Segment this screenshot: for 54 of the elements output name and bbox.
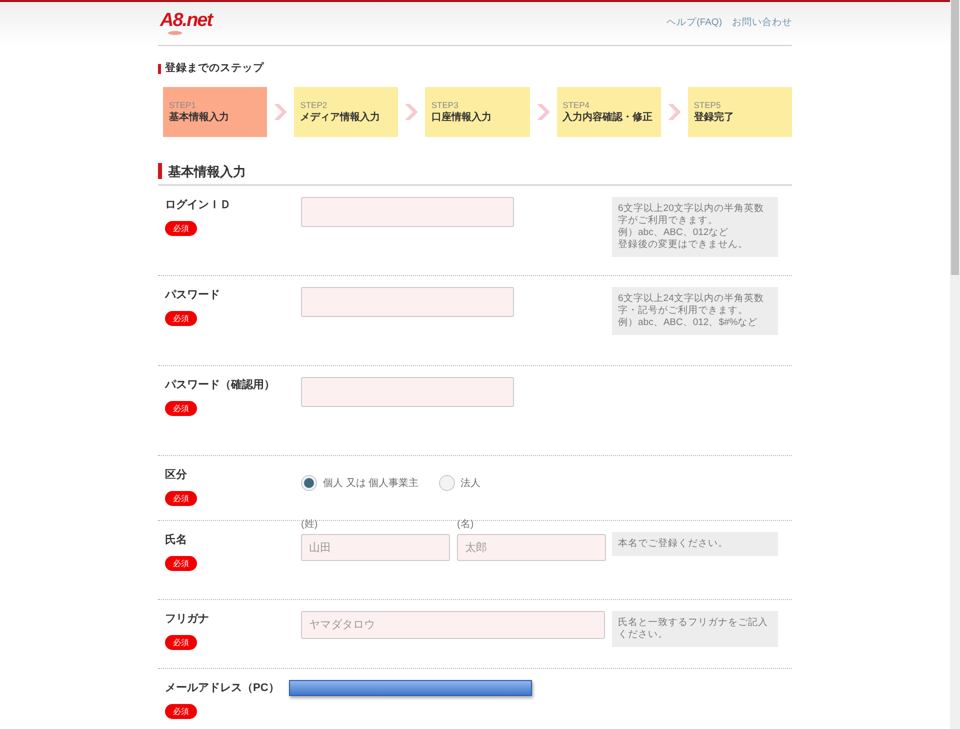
- field-caption: (名): [457, 519, 475, 531]
- logo-shadow-icon: [168, 31, 182, 36]
- hint-text: 氏名と一致するフリガナをご記入ください。: [618, 617, 769, 641]
- required-badge: 必須: [165, 310, 197, 326]
- radio-label: 法人: [460, 476, 481, 490]
- step-number: STEP3: [431, 100, 460, 110]
- step-name: 登録完了: [694, 110, 735, 124]
- field-label: フリガナ: [165, 612, 210, 627]
- chevron-icon: [536, 104, 550, 120]
- step-name: 入力内容確認・修正: [562, 110, 654, 124]
- radio-button[interactable]: [301, 475, 317, 491]
- steps-title: 登録までのステップ: [165, 60, 264, 76]
- required-badge: 必須: [165, 704, 197, 718]
- input-field[interactable]: 山田: [301, 534, 450, 561]
- radio-label: 個人 又は 個人事業主: [323, 476, 419, 490]
- input-field[interactable]: 太郎: [457, 534, 606, 561]
- step-name: 口座情報入力: [431, 110, 492, 124]
- step-name: メディア情報入力: [300, 110, 382, 124]
- field-label: パスワード（確認用）: [165, 378, 276, 393]
- field-label: ログインＩＤ: [165, 198, 232, 213]
- section-title: 基本情報入力: [168, 162, 246, 180]
- required-badge: 必須: [165, 490, 197, 506]
- input-field[interactable]: ヤマダタロウ: [301, 611, 605, 639]
- chevron-icon: [668, 104, 681, 120]
- required-badge: 必須: [165, 556, 197, 570]
- required-badge: 必須: [165, 634, 197, 650]
- required-badge: 必須: [165, 220, 197, 236]
- hint-text: 例）abc、ABC、012など: [618, 227, 730, 239]
- chevron-icon: [274, 104, 288, 120]
- chevron-icon: [405, 104, 418, 120]
- step-name: 基本情報入力: [169, 110, 230, 124]
- scrollbar[interactable]: [950, 0, 960, 729]
- field-label: 氏名: [165, 532, 188, 548]
- step-number: STEP2: [300, 100, 328, 110]
- header-link[interactable]: お問い合わせ: [732, 16, 792, 30]
- radio-button[interactable]: [438, 475, 455, 491]
- step-number: STEP5: [694, 100, 722, 110]
- hint-text: 本名でご登録ください。: [618, 538, 729, 550]
- input-field[interactable]: [301, 377, 514, 407]
- field-label: 区分: [165, 468, 188, 483]
- step-number: STEP4: [562, 100, 590, 110]
- hint-text: 例）abc、ABC、012、$#%など: [618, 317, 759, 329]
- hint-text: 6文字以上20文字以内の半角英数字がご利用できます。: [618, 203, 765, 227]
- input-field[interactable]: [301, 287, 514, 317]
- input-field[interactable]: [301, 197, 514, 227]
- field-label: メールアドレス（PC）: [165, 681, 280, 696]
- field-label: パスワード: [165, 288, 221, 303]
- step-number: STEP1: [169, 100, 197, 110]
- hint-text: 6文字以上24文字以内の半角英数字・記号がご利用できます。: [618, 293, 765, 317]
- logo[interactable]: A8.net: [160, 11, 212, 32]
- hint-text: 登録後の変更はできません。: [618, 239, 749, 251]
- required-badge: 必須: [165, 400, 197, 416]
- field-caption: (姓): [301, 519, 319, 531]
- header-link[interactable]: ヘルプ(FAQ): [666, 16, 722, 30]
